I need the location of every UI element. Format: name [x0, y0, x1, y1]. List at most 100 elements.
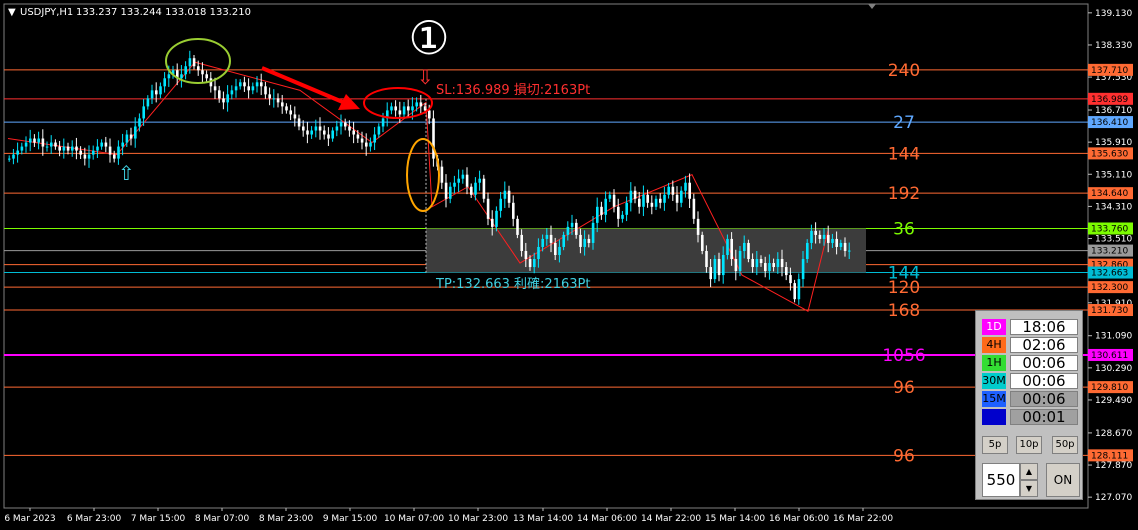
candle-body — [100, 142, 103, 147]
sl-label: SL:136.989 損切:2163Pt — [436, 83, 590, 98]
candle-body — [587, 238, 591, 243]
x-tick-label: 7 Mar 15:00 — [131, 514, 186, 524]
candle-body — [125, 134, 129, 143]
candle-body — [331, 130, 334, 139]
candle-body — [705, 250, 708, 268]
candle-body — [142, 106, 145, 119]
candle-body — [621, 214, 624, 219]
candle-body — [604, 198, 607, 215]
tf-time-1h: 00:06 — [1010, 355, 1078, 371]
tf-tag-30m: 30M — [982, 373, 1006, 389]
candle-body — [533, 259, 536, 268]
candle-body — [268, 94, 271, 99]
candle-body — [264, 86, 267, 95]
level-price-label: 132.300 — [1091, 283, 1128, 293]
candle-body — [398, 110, 402, 115]
candle-body — [66, 146, 70, 151]
x-tick-label: 16 Mar 06:00 — [769, 514, 829, 524]
candle-body — [113, 154, 116, 159]
candle-body — [356, 134, 360, 139]
candle-body — [461, 174, 465, 179]
y-tick-label: 127.870 — [1095, 461, 1132, 471]
candle-body — [545, 234, 549, 239]
chart-canvas[interactable]: 240271441923614412016810569696 139.13013… — [0, 0, 1138, 530]
symbol-dropdown-icon[interactable]: ▼ — [8, 7, 16, 18]
candle-body — [558, 246, 561, 255]
x-tick-label: 8 Mar 07:00 — [195, 514, 250, 524]
candle-body — [512, 202, 515, 219]
candle-body — [801, 259, 805, 280]
candle-body — [134, 126, 137, 139]
tf-row-30m: 30M 00:06 — [982, 373, 1078, 389]
step-10p-button[interactable]: 10p — [1016, 436, 1042, 454]
candle-body — [155, 90, 158, 95]
level-fib-label: 27 — [893, 113, 915, 133]
candle-body — [360, 138, 364, 143]
step-50p-button[interactable]: 50p — [1052, 436, 1078, 454]
candle-body — [793, 283, 796, 300]
candle-body — [675, 194, 679, 203]
candle-body — [575, 222, 578, 235]
candle-body — [499, 198, 502, 211]
candle-body — [822, 234, 826, 239]
tf-time-1d: 18:06 — [1010, 319, 1078, 335]
y-tick-label: 135.110 — [1095, 170, 1132, 180]
candle-body — [709, 267, 712, 280]
candle-body — [45, 146, 49, 148]
level-fib-label: 168 — [888, 301, 920, 321]
candle-body — [444, 182, 448, 199]
candle-body — [24, 142, 28, 147]
tf-tag-1d: 1D — [982, 319, 1006, 335]
candle-body — [58, 146, 61, 151]
y-tick-label: 134.310 — [1095, 202, 1132, 212]
ohlc-quote: 133.237 133.244 133.018 133.210 — [76, 7, 251, 18]
candle-body — [251, 86, 255, 91]
tf-row-1d: 1D 18:06 — [982, 319, 1078, 335]
on-toggle-button[interactable]: ON — [1046, 463, 1080, 497]
x-tick-label: 15 Mar 14:00 — [705, 514, 765, 524]
y-tick-label: 128.670 — [1095, 429, 1132, 439]
candle-body — [12, 154, 15, 159]
candle-body — [318, 126, 322, 131]
level-fib-label: 96 — [893, 446, 915, 466]
candle-body — [167, 74, 171, 79]
symbol-label: USDJPY,H1 — [20, 7, 73, 18]
candle-body — [768, 263, 771, 272]
candle-body — [591, 222, 595, 243]
candle-body — [138, 118, 141, 127]
candle-body — [402, 106, 406, 115]
candle-body — [348, 126, 351, 131]
candle-body — [310, 130, 313, 135]
candle-body — [570, 222, 574, 227]
candle-body — [785, 267, 788, 276]
candle-body — [411, 106, 414, 111]
tf-row-4h: 4H 02:06 — [982, 337, 1078, 353]
y-tick-label: 138.330 — [1095, 41, 1132, 51]
candle-body — [814, 230, 817, 235]
candle-body — [583, 238, 586, 247]
spin-up-button[interactable]: ▲ — [1020, 463, 1038, 480]
candle-body — [83, 154, 87, 159]
candle-body — [285, 106, 288, 111]
level-price-label: 137.710 — [1091, 66, 1128, 76]
candle-body — [381, 118, 385, 127]
candle-body — [457, 178, 460, 183]
candle-body — [659, 198, 662, 203]
level-price-label: 130.611 — [1091, 351, 1128, 361]
candle-body — [465, 174, 469, 187]
level-price-label: 134.640 — [1091, 189, 1128, 199]
pips-value-input[interactable]: 550 — [982, 463, 1020, 497]
candle-body — [608, 194, 612, 199]
step-5p-button[interactable]: 5p — [982, 436, 1008, 454]
spin-down-button[interactable]: ▼ — [1020, 480, 1038, 497]
level-price-label: 129.810 — [1091, 383, 1128, 393]
candle-body — [680, 190, 683, 203]
level-price-label: 132.663 — [1091, 269, 1128, 279]
y-tick-label: 139.130 — [1095, 9, 1132, 19]
candle-body — [789, 275, 792, 284]
candle-body — [54, 142, 57, 147]
x-tick-label: 10 Mar 23:00 — [448, 514, 508, 524]
candle-body — [751, 259, 754, 268]
tf-tag-4h: 4H — [982, 337, 1006, 353]
candle-body — [722, 254, 725, 276]
